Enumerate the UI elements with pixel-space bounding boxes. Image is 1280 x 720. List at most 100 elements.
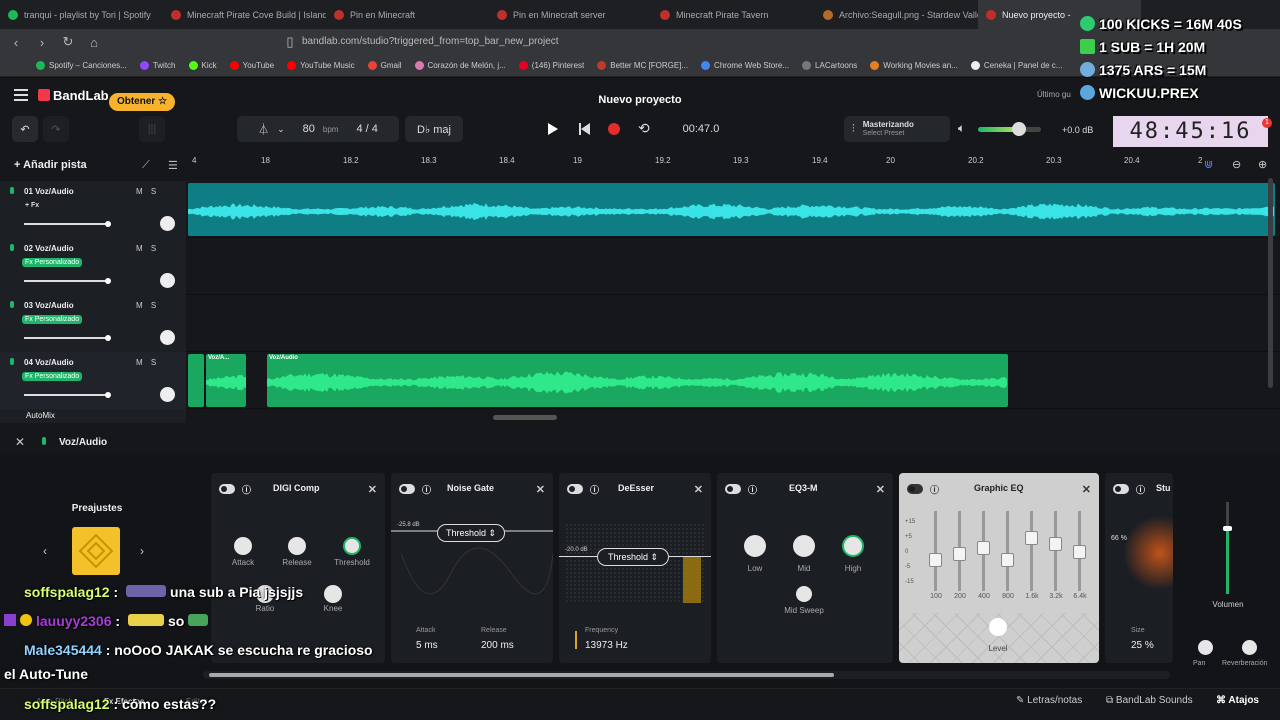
browser-tab[interactable]: Minecraft Pirate Cove Build | Island / — [163, 0, 326, 29]
key-button[interactable]: D♭ maj — [405, 116, 463, 142]
bpm-value[interactable]: 80 — [303, 123, 315, 135]
eq-band-handle[interactable] — [953, 547, 966, 561]
close-icon[interactable]: ✕ — [15, 435, 25, 449]
mixer-button[interactable]: ||| — [139, 116, 165, 142]
mute-solo-buttons[interactable]: M S — [136, 301, 156, 310]
master-volume-slider[interactable] — [978, 122, 1041, 136]
fx-toggle[interactable] — [399, 484, 415, 494]
track-volume-slider[interactable] — [24, 392, 111, 398]
snap-icon[interactable]: ⋓ — [1204, 158, 1213, 171]
lyrics-button[interactable]: ✎ Letras/notas — [1016, 695, 1082, 706]
reload-icon[interactable]: ↻ — [60, 34, 76, 50]
mastering-button[interactable]: ⫶ Masterizando Select Preset — [844, 116, 950, 142]
address-bar[interactable]: bandlab.com/studio?triggered_from=top_ba… — [278, 33, 1003, 51]
eq-band-handle[interactable] — [977, 541, 990, 555]
add-track-button[interactable]: + Añadir pista — [14, 159, 87, 171]
timeline-scrollbar[interactable] — [493, 415, 557, 420]
bookmark[interactable]: LACartoons — [802, 61, 857, 70]
chevron-down-icon[interactable]: ⌄ — [277, 124, 285, 135]
release-knob[interactable] — [288, 537, 306, 555]
threshold-handle[interactable]: Threshold ⇕ — [597, 548, 669, 566]
audio-clip[interactable]: Voz/A... — [206, 354, 246, 407]
track-name[interactable]: 02 Voz/Audio — [24, 244, 74, 253]
redo-button[interactable]: ↷ — [43, 116, 69, 142]
pan-knob[interactable] — [1198, 640, 1213, 655]
fx-toggle[interactable] — [725, 484, 741, 494]
track-name[interactable]: 01 Voz/Audio — [24, 187, 74, 196]
size-value[interactable]: 25 % — [1131, 640, 1154, 651]
shortcuts-button[interactable]: ⌘ Atajos — [1216, 695, 1259, 706]
info-icon[interactable]: ⓘ — [1136, 483, 1145, 496]
info-icon[interactable]: ⓘ — [422, 483, 431, 496]
audio-clip[interactable] — [188, 354, 204, 407]
preset-thumbnail[interactable] — [72, 527, 120, 575]
audio-clip[interactable] — [188, 183, 1275, 236]
upgrade-button[interactable]: Obtener ☆ — [109, 93, 175, 111]
browser-tab[interactable]: Archivo:Seagull.png - Stardew Valley — [815, 0, 978, 29]
bookmark[interactable]: YouTube — [229, 61, 274, 70]
bookmark[interactable]: Gmail — [367, 61, 402, 70]
settings-icon[interactable]: ☰ — [168, 159, 178, 172]
mute-solo-buttons[interactable]: M S — [136, 187, 156, 196]
tools-icon[interactable]: ⟋ — [142, 159, 150, 172]
threshold-handle[interactable]: Threshold ⇕ — [437, 524, 505, 542]
fx-toggle[interactable] — [567, 484, 583, 494]
fx-toggle[interactable] — [219, 484, 235, 494]
record-icon[interactable] — [608, 123, 620, 135]
bookmark[interactable]: Twitch — [139, 61, 176, 70]
level-knob[interactable] — [989, 618, 1007, 636]
track-volume-slider[interactable] — [24, 335, 111, 341]
browser-tab[interactable]: tranqui - playlist by Tori | Spotify — [0, 0, 163, 29]
undo-button[interactable]: ↶ — [12, 116, 38, 142]
project-title[interactable]: Nuevo proyecto — [560, 94, 720, 106]
frequency-value[interactable]: 13973 Hz — [585, 640, 628, 651]
menu-icon[interactable] — [14, 89, 28, 101]
attack-knob[interactable] — [234, 537, 252, 555]
audio-clip[interactable]: Voz/Audio — [267, 354, 1008, 407]
fx-button[interactable]: + Fx — [22, 201, 42, 210]
eq-band-handle[interactable] — [1049, 537, 1062, 551]
browser-tab[interactable]: Minecraft Pirate Tavern — [652, 0, 815, 29]
close-icon[interactable]: ✕ — [368, 483, 377, 496]
speaker-icon[interactable]: 🔈︎ — [958, 121, 965, 136]
close-icon[interactable]: ✕ — [1082, 483, 1091, 496]
info-icon[interactable]: ⓘ — [590, 483, 599, 496]
info-icon[interactable]: ⓘ — [242, 483, 251, 496]
eq-band-handle[interactable] — [1001, 553, 1014, 567]
track-volume-slider[interactable] — [24, 278, 111, 284]
bookmark[interactable]: Better MC [FORGE]... — [597, 61, 688, 70]
sounds-button[interactable]: ⧉ BandLab Sounds — [1106, 695, 1193, 706]
fx-toggle[interactable] — [907, 484, 923, 494]
chevron-right-icon[interactable]: › — [140, 544, 144, 558]
play-icon[interactable] — [548, 123, 558, 135]
mid-sweep-knob[interactable] — [796, 586, 812, 602]
track-name[interactable]: 03 Voz/Audio — [24, 301, 74, 310]
eq-band-handle[interactable] — [929, 553, 942, 567]
track-volume-slider[interactable] — [24, 221, 111, 227]
browser-tab[interactable]: Pin en Minecraft server — [489, 0, 652, 29]
timeline-ruler[interactable]: 4 18 18.2 18.3 18.4 19 19.2 19.3 19.4 20 20.2 20.3 2… — [188, 153, 1280, 171]
bookmark[interactable]: Chrome Web Store... — [701, 61, 789, 70]
info-icon[interactable]: ⓘ — [930, 483, 939, 496]
zoom-in-icon[interactable]: ⊕ — [1258, 158, 1267, 171]
fx-custom-button[interactable]: Fx Personalizado — [22, 258, 83, 267]
bookmark[interactable]: YouTube Music — [287, 61, 355, 70]
pan-knob[interactable] — [160, 387, 175, 402]
forward-icon[interactable]: › — [34, 35, 50, 50]
track-name[interactable]: 04 Voz/Audio — [24, 358, 74, 367]
browser-tab[interactable]: Pin en Minecraft — [326, 0, 489, 29]
vertical-scrollbar[interactable] — [1268, 178, 1273, 388]
mute-solo-buttons[interactable]: M S — [136, 244, 156, 253]
eq-band-handle[interactable] — [1073, 545, 1086, 559]
mid-knob[interactable] — [793, 535, 815, 557]
low-knob[interactable] — [744, 535, 766, 557]
chevron-left-icon[interactable]: ‹ — [43, 544, 47, 558]
bookmark[interactable]: Kick — [188, 61, 217, 70]
pan-knob[interactable] — [160, 330, 175, 345]
zoom-out-icon[interactable]: ⊖ — [1232, 158, 1241, 171]
high-knob[interactable] — [842, 535, 864, 557]
pan-knob[interactable] — [160, 216, 175, 231]
mute-solo-buttons[interactable]: M S — [136, 358, 156, 367]
eq-band-handle[interactable] — [1025, 531, 1038, 545]
release-value[interactable]: 200 ms — [481, 640, 514, 651]
